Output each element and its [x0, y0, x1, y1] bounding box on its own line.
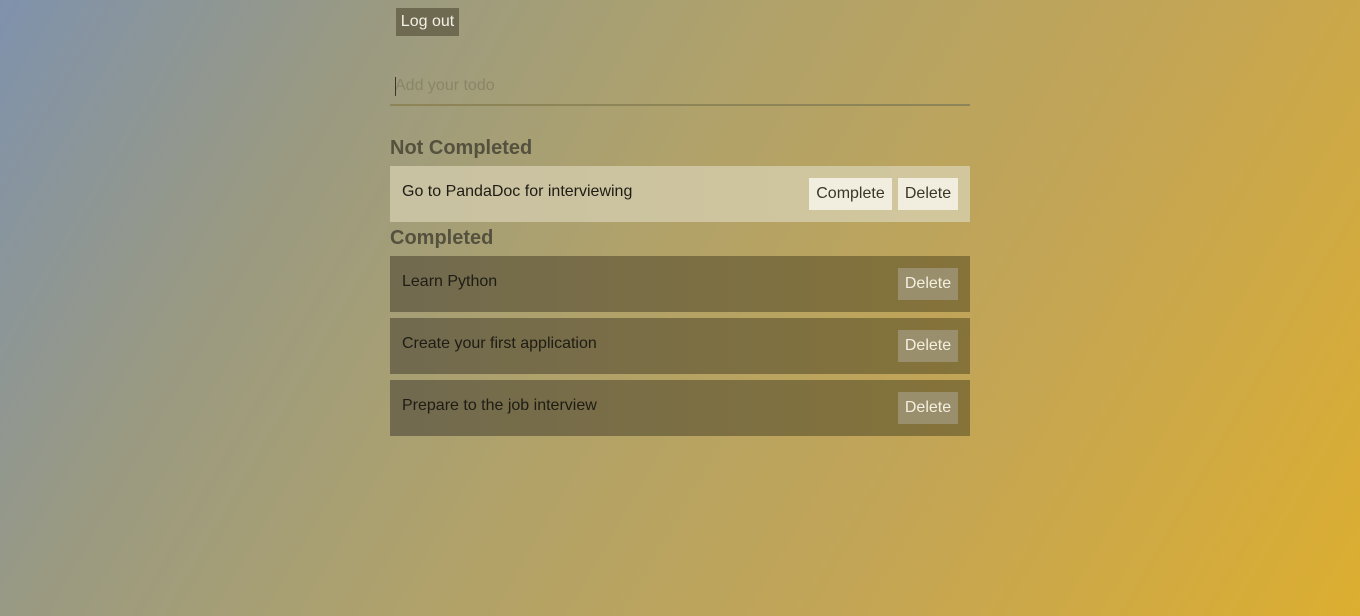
text-caret [395, 77, 396, 96]
todo-item-completed: Create your first application Delete [390, 318, 970, 374]
completed-heading: Completed [390, 227, 494, 249]
delete-button[interactable]: Delete [898, 268, 958, 300]
complete-button[interactable]: Complete [809, 178, 892, 210]
todo-item-text: Prepare to the job interview [402, 397, 597, 414]
todo-item-text: Create your first application [402, 335, 597, 352]
not-completed-heading: Not Completed [390, 137, 533, 159]
todo-item-text: Go to PandaDoc for interviewing [402, 183, 633, 200]
logout-button[interactable]: Log out [396, 8, 459, 36]
todo-item-completed: Learn Python Delete [390, 256, 970, 312]
todo-item-text: Learn Python [402, 273, 498, 290]
delete-button[interactable]: Delete [898, 330, 958, 362]
todo-input[interactable] [390, 68, 970, 106]
todo-item-completed: Prepare to the job interview Delete [390, 380, 970, 436]
delete-button[interactable]: Delete [898, 178, 958, 210]
delete-button[interactable]: Delete [898, 392, 958, 424]
todo-item-pending: Go to PandaDoc for interviewing Complete… [390, 166, 970, 222]
